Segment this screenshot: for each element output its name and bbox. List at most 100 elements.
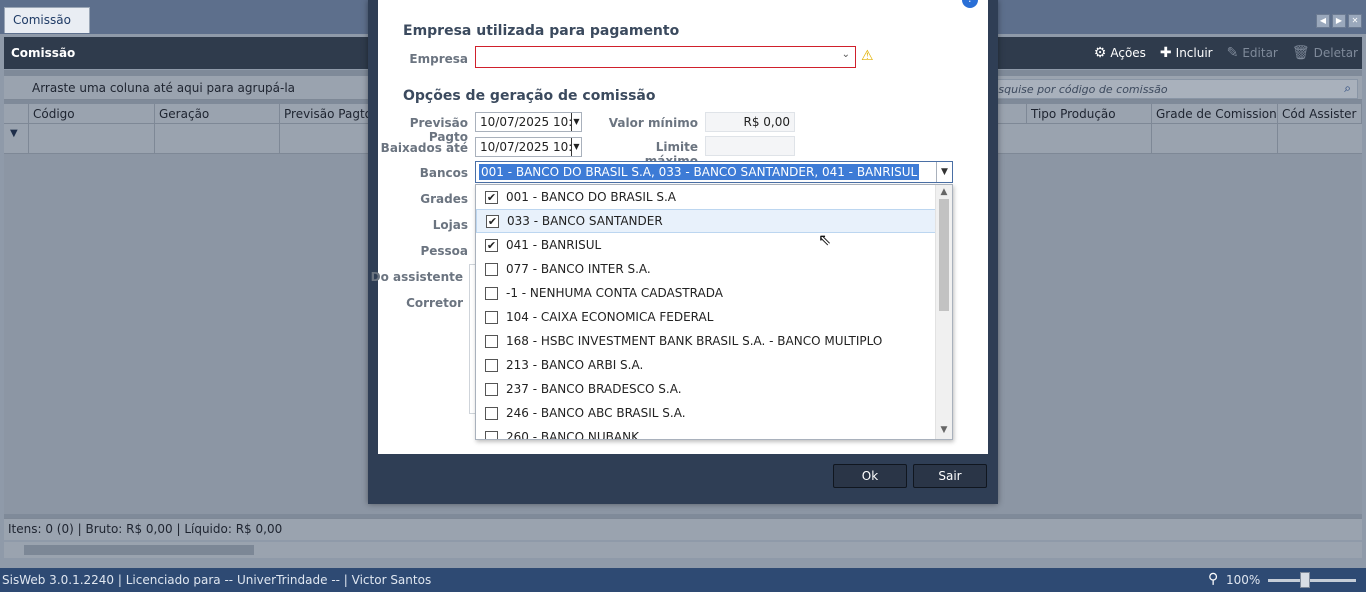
bancos-list-item[interactable]: ✔ 033 - BANCO SANTANDER [476,209,936,233]
tab-comissao[interactable]: Comissão [4,7,90,33]
checkbox-checked-icon[interactable]: ✔ [485,238,498,252]
bancos-list-item-label: 260 - BANCO NUBANK [506,430,639,440]
column-header-cod-assistente[interactable]: Cód Assister [1278,104,1362,124]
column-header-geracao[interactable]: Geração [155,104,280,124]
checkbox-unchecked-icon[interactable] [485,262,498,276]
bancos-list-item-label: 168 - HSBC INVESTMENT BANK BRASIL S.A. -… [506,334,883,348]
module-actions: ⚙ Ações ✚ Incluir ✎ Editar 🗑 Deletar [1094,45,1358,61]
tab-prev-icon[interactable]: ◀ [1316,14,1330,28]
filter-cell[interactable] [280,124,380,154]
bancos-list-item[interactable]: 246 - BANCO ABC BRASIL S.A. [476,401,936,425]
edit-icon: ✎ [1226,45,1239,61]
horizontal-scrollbar[interactable] [4,542,1362,558]
zoom-slider-handle[interactable] [1300,572,1310,588]
scroll-up-icon[interactable]: ▲ [936,187,952,197]
filter-cell[interactable] [1152,124,1278,154]
label-previsao-pagto: Previsão Pagto [409,116,468,144]
column-header-grade[interactable]: Grade de Comission... [1152,104,1278,124]
bancos-list-items: ✔ 001 - BANCO DO BRASIL S.A ✔ 033 - BANCO S… [476,185,936,440]
checkbox-unchecked-icon[interactable] [485,310,498,324]
footer-text: SisWeb 3.0.1.2240 | Licenciado para -- U… [2,573,432,587]
filter-cell [4,124,29,154]
bancos-list-item-label: 001 - BANCO DO BRASIL S.A [506,190,677,204]
tab-next-icon[interactable]: ▶ [1332,14,1346,28]
editar-button[interactable]: ✎ Editar [1227,45,1278,61]
search-input[interactable]: Pesquise por código de comissão ⌕ [978,79,1358,99]
date-dropdown-icon[interactable]: ▼ [571,138,581,156]
incluir-label: Incluir [1175,46,1213,60]
limite-maximo-input[interactable] [705,136,795,156]
bancos-list-item-label: 213 - BANCO ARBI S.A. [506,358,644,372]
checkbox-unchecked-icon[interactable] [485,358,498,372]
tab-navigation: ◀ ▶ ✕ [1316,14,1362,28]
filter-cell[interactable] [1026,124,1152,154]
column-header-previsao[interactable]: Previsão Pagto [280,104,380,124]
bancos-list-item[interactable]: 260 - BANCO NUBANK [476,425,936,440]
scroll-down-icon[interactable]: ▼ [936,425,952,435]
bancos-list-item[interactable]: ✔ 001 - BANCO DO BRASIL S.A [476,185,936,209]
label-lojas: Lojas [432,218,468,232]
app-footer: SisWeb 3.0.1.2240 | Licenciado para -- U… [0,568,1366,592]
ok-button[interactable]: Ok [833,464,907,488]
checkbox-unchecked-icon[interactable] [485,406,498,420]
gear-icon: ⚙ [1093,45,1107,61]
chevron-down-icon: ⌄ [841,49,850,60]
acoes-label: Ações [1110,46,1146,60]
tab-close-icon[interactable]: ✕ [1348,14,1362,28]
checkbox-unchecked-icon[interactable] [485,430,498,439]
group-hint: Arraste uma coluna até aqui para agrupá-… [32,81,296,95]
module-title: Comissão [11,46,76,60]
filter-cell[interactable] [155,124,280,154]
bancos-list-item[interactable]: 237 - BANCO BRADESCO S.A. [476,377,936,401]
previsao-pagto-input[interactable]: 10/07/2025 10:15 ▼ [475,112,582,132]
incluir-button[interactable]: ✚ Incluir [1160,45,1213,61]
warning-icon: ⚠ [861,48,874,64]
baixados-ate-value: 10/07/2025 10:15 [480,140,582,154]
bancos-list-item[interactable]: 213 - BANCO ARBI S.A. [476,353,936,377]
checkbox-unchecked-icon[interactable] [485,382,498,396]
trash-icon: 🗑 [1291,45,1310,61]
deletar-button[interactable]: 🗑 Deletar [1292,45,1358,61]
valor-minimo-input[interactable]: R$ 0,00 [705,112,795,132]
checkbox-unchecked-icon[interactable] [485,286,498,300]
baixados-ate-input[interactable]: 10/07/2025 10:15 ▼ [475,137,582,157]
acoes-button[interactable]: ⚙ Ações [1094,45,1146,61]
section-title-empresa: Empresa utilizada para pagamento [403,23,680,39]
column-header-tipo-producao[interactable]: Tipo Produção [1026,104,1152,124]
bancos-list-item[interactable]: 104 - CAIXA ECONOMICA FEDERAL [476,305,936,329]
bancos-select[interactable]: 001 - BANCO DO BRASIL S.A, 033 - BANCO S… [475,161,953,183]
plus-icon: ✚ [1159,45,1172,61]
search-icon[interactable]: ⌕ [1344,81,1351,96]
zoom-slider[interactable] [1268,579,1356,582]
previsao-pagto-value: 10/07/2025 10:15 [480,115,582,129]
search-placeholder: Pesquise por código de comissão [985,83,1168,96]
filter-cell[interactable] [29,124,155,154]
bancos-list-item-label: 237 - BANCO BRADESCO S.A. [506,382,682,396]
checkbox-unchecked-icon[interactable] [485,334,498,348]
scrollbar-thumb[interactable] [939,199,949,311]
label-do-assistente: Do assistente [370,270,463,284]
checkbox-checked-icon[interactable]: ✔ [485,190,498,204]
bancos-list-item[interactable]: -1 - NENHUMA CONTA CADASTRADA [476,281,936,305]
mouse-cursor-icon: ⇖ [818,230,832,249]
zoom-label: 100% [1226,573,1261,587]
bancos-dropdown-list[interactable]: ✔ 001 - BANCO DO BRASIL S.A ✔ 033 - BANCO S… [475,184,953,440]
column-header-codigo[interactable]: Código [29,104,155,124]
bancos-list-item[interactable]: 168 - HSBC INVESTMENT BANK BRASIL S.A. -… [476,329,936,353]
label-empresa: Empresa [409,52,468,66]
bancos-list-item-label: 104 - CAIXA ECONOMICA FEDERAL [506,310,714,324]
label-grades: Grades [420,192,468,206]
scrollbar-thumb[interactable] [24,545,254,555]
sair-button[interactable]: Sair [913,464,987,488]
bancos-list-item[interactable]: 077 - BANCO INTER S.A. [476,257,936,281]
bancos-list-item[interactable]: ✔ 041 - BANRISUL [476,233,936,257]
label-corretor: Corretor [406,296,463,310]
label-bancos: Bancos [419,166,468,180]
bancos-list-item-label: -1 - NENHUMA CONTA CADASTRADA [506,286,723,300]
bancos-list-item-label: 246 - BANCO ABC BRASIL S.A. [506,406,686,420]
empresa-select[interactable]: ⌄ [475,46,856,68]
checkbox-checked-icon[interactable]: ✔ [486,214,499,228]
date-dropdown-icon[interactable]: ▼ [571,113,581,131]
chevron-down-icon[interactable]: ▼ [936,162,952,182]
list-scrollbar[interactable]: ▲ ▼ [935,185,952,439]
